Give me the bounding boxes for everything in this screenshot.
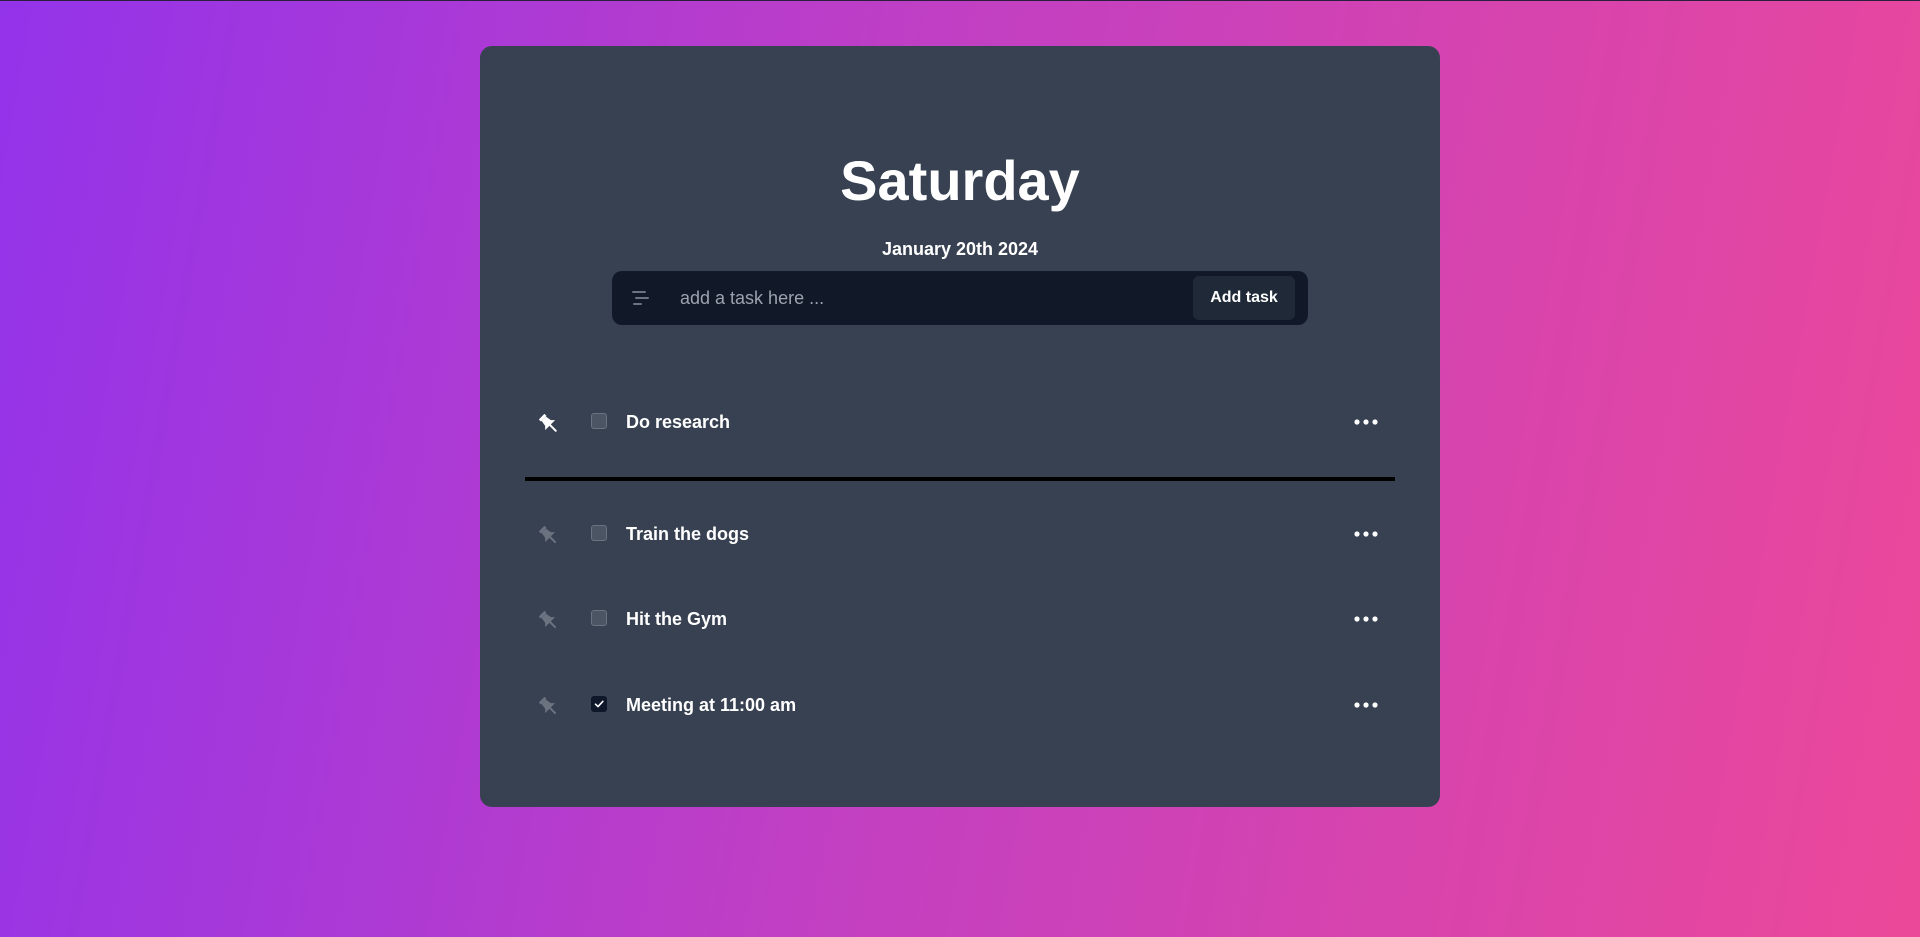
more-options-icon[interactable]: [1352, 414, 1380, 430]
pinned-divider: [525, 477, 1395, 481]
task-input[interactable]: [674, 279, 1086, 317]
task-checkbox[interactable]: [591, 525, 607, 541]
lines-icon: [632, 291, 649, 305]
add-task-button[interactable]: Add task: [1193, 276, 1295, 320]
task-checkbox[interactable]: [591, 610, 607, 626]
task-row: Hit the Gym: [535, 599, 1385, 639]
pin-icon[interactable]: [535, 522, 561, 548]
top-border: [0, 0, 1920, 1]
checkmark-icon: [594, 700, 604, 708]
pin-icon[interactable]: [535, 607, 561, 633]
task-checkbox-checked[interactable]: [591, 696, 607, 712]
more-options-icon[interactable]: [1352, 611, 1380, 627]
task-label: Do research: [626, 412, 731, 432]
task-label: Meeting at 11:00 am: [626, 695, 797, 715]
pin-icon[interactable]: [535, 410, 561, 436]
add-task-form: Add task: [612, 271, 1308, 325]
task-label: Train the dogs: [626, 524, 750, 544]
todo-card: Saturday January 20th 2024 Add task Do r…: [480, 46, 1440, 807]
more-options-icon[interactable]: [1352, 526, 1380, 542]
day-title: Saturday: [840, 149, 1080, 212]
task-row: Do research: [535, 402, 1385, 442]
date-subtitle: January 20th 2024: [881, 239, 1039, 259]
task-row: Train the dogs: [535, 514, 1385, 554]
task-row: Meeting at 11:00 am: [535, 685, 1385, 725]
task-label: Hit the Gym: [626, 609, 728, 629]
task-checkbox[interactable]: [591, 413, 607, 429]
pin-icon[interactable]: [535, 693, 561, 719]
more-options-icon[interactable]: [1352, 697, 1380, 713]
